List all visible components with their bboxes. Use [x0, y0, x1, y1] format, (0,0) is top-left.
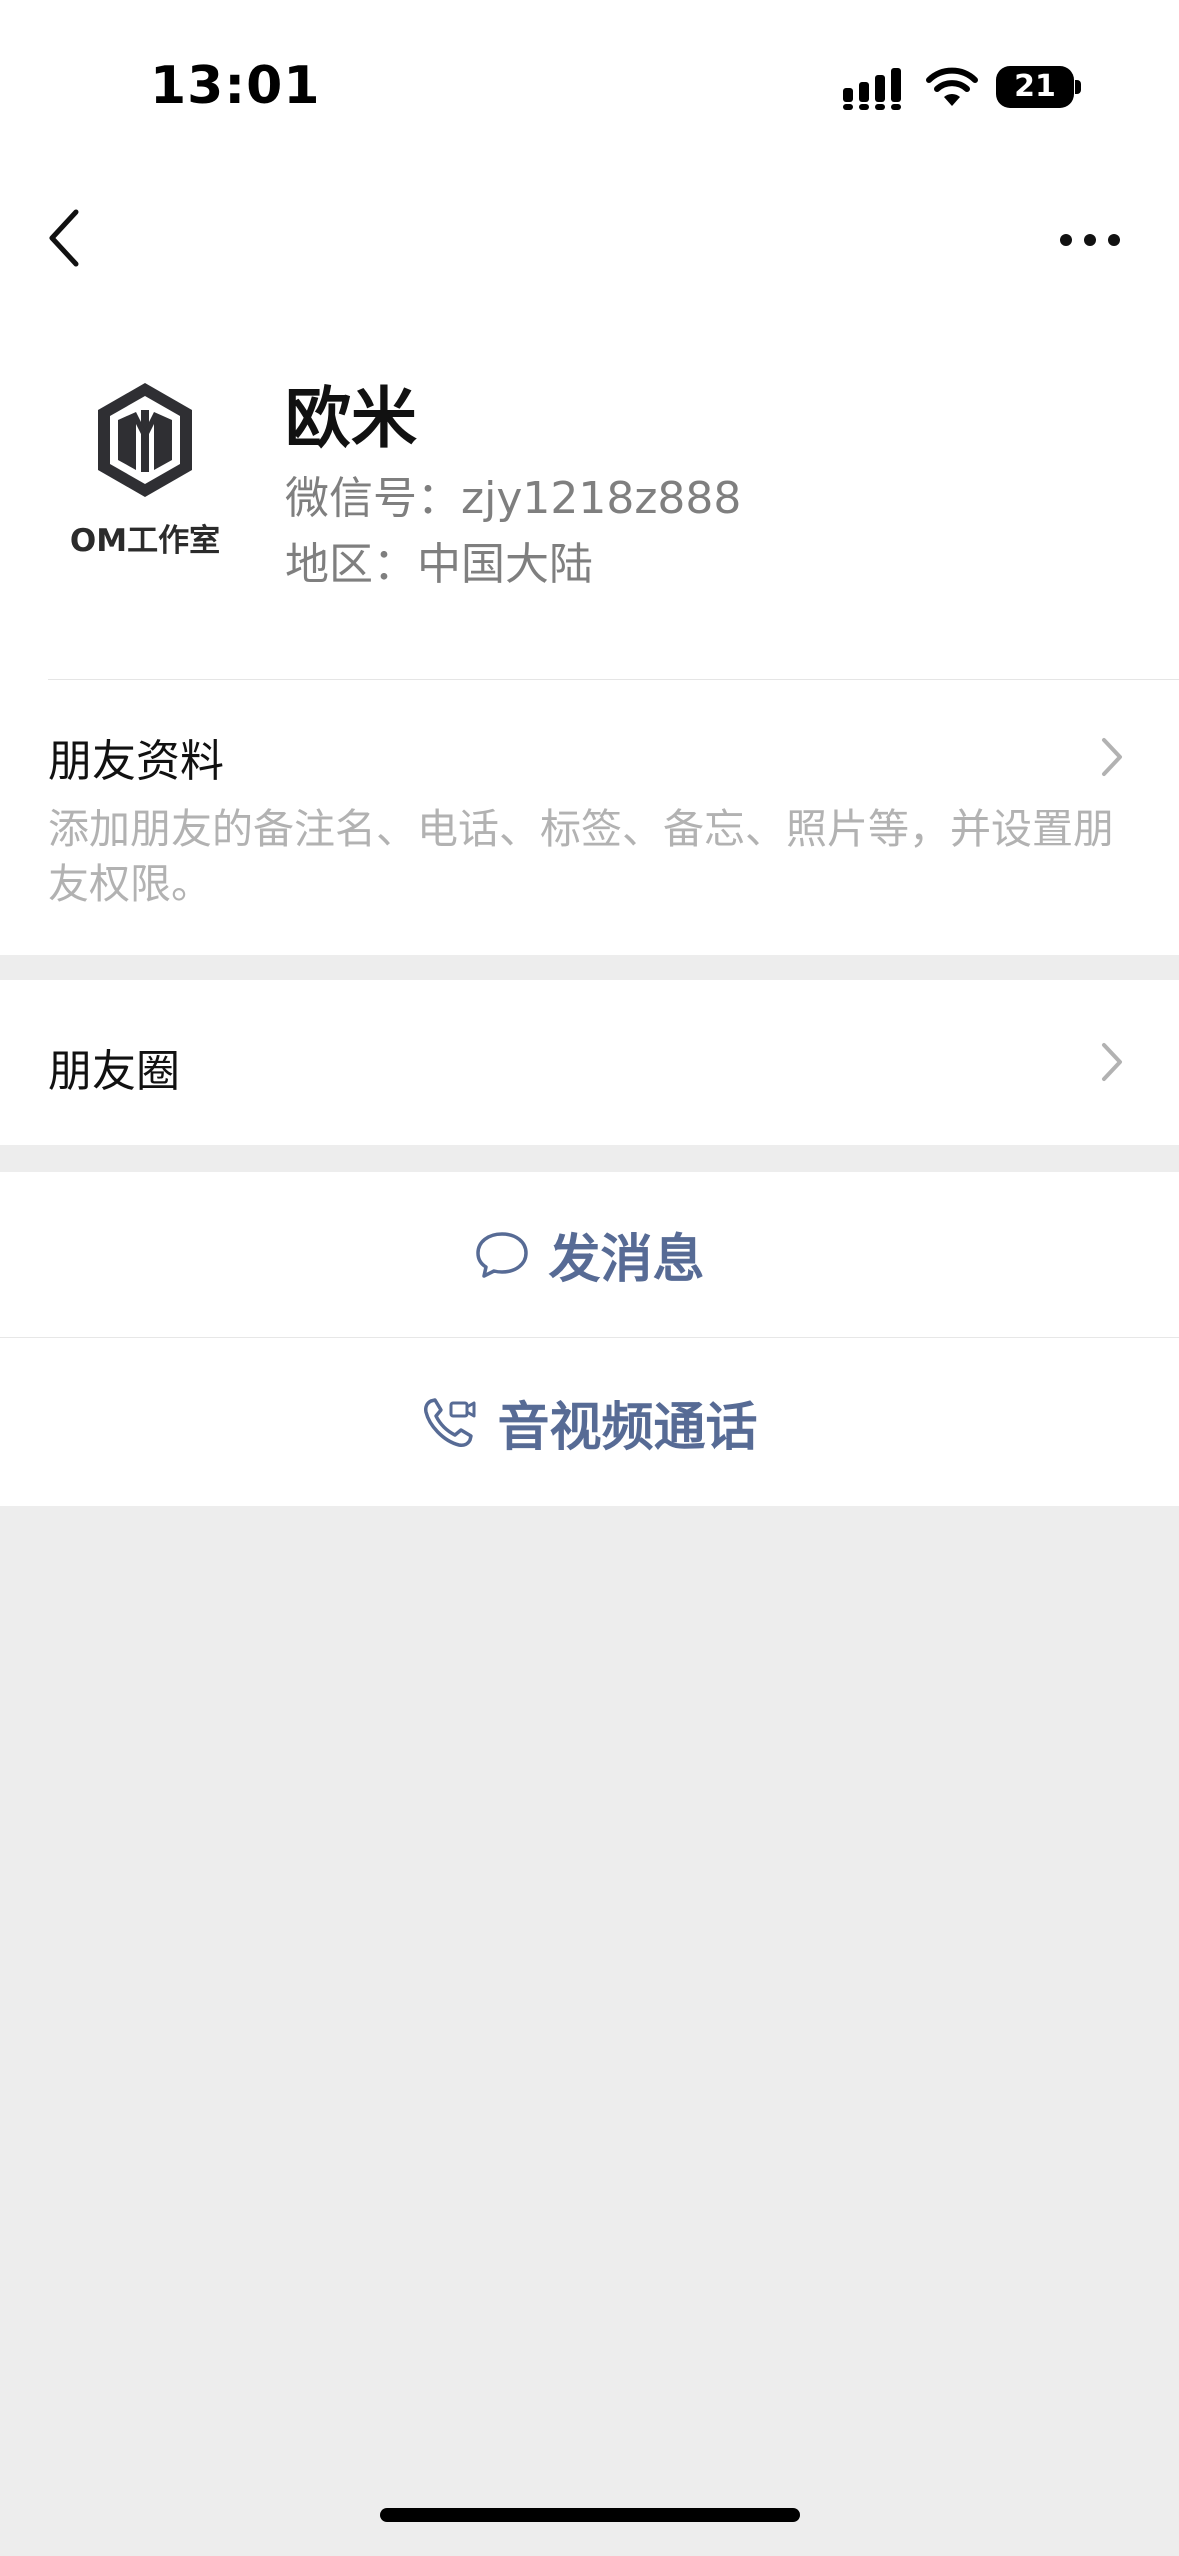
video-call-label: 音视频通话	[497, 1397, 758, 1458]
avatar-logo-text: OM工作室	[69, 523, 221, 559]
send-message-content: 发消息	[0, 1172, 1179, 1337]
battery-cap	[1075, 80, 1081, 94]
nav-bar	[0, 170, 1179, 310]
friend-info-title: 朋友资料	[48, 736, 224, 787]
status-bar: 13:01 21	[0, 0, 1179, 170]
friend-info-description: 添加朋友的备注名、电话、标签、备忘、照片等，并设置朋友权限。	[48, 805, 1114, 908]
moments-title: 朋友圈	[48, 1046, 180, 1097]
chevron-left-icon[interactable]	[36, 198, 96, 278]
video-call-button[interactable]: 音视频通话	[0, 1338, 1179, 1506]
phone-video-icon	[424, 1398, 476, 1447]
chat-bubble-icon	[476, 1231, 529, 1278]
signal-icon	[843, 68, 901, 110]
battery-level: 21	[1014, 69, 1056, 104]
avatar[interactable]: OM工作室	[50, 375, 240, 565]
wifi-icon	[926, 67, 978, 106]
send-message-button[interactable]: 发消息	[0, 1172, 1179, 1337]
more-dots-icon[interactable]	[1050, 210, 1130, 270]
om-logo-icon	[98, 383, 192, 497]
wechat-id: 微信号：zjy1218z888	[285, 473, 742, 524]
contact-profile-screen: 13:01 21 OM工作室 欧米 微信号：zjy1218z888 地区：中国大…	[0, 0, 1179, 2556]
battery-icon: 21	[996, 66, 1082, 108]
chevron-right-icon	[1102, 1043, 1122, 1081]
moments-row[interactable]: 朋友圈	[0, 980, 1179, 1145]
home-indicator	[380, 2508, 800, 2522]
status-time: 13:01	[150, 56, 321, 116]
profile-header: OM工作室 欧米 微信号：zjy1218z888 地区：中国大陆	[0, 310, 1179, 680]
profile-region: 地区：中国大陆	[285, 539, 593, 590]
profile-name: 欧米	[285, 380, 417, 457]
friend-info-row[interactable]: 朋友资料 添加朋友的备注名、电话、标签、备忘、照片等，并设置朋友权限。	[0, 680, 1179, 955]
send-message-label: 发消息	[548, 1230, 705, 1290]
chevron-right-icon	[1102, 738, 1122, 776]
video-call-content: 音视频通话	[0, 1338, 1179, 1506]
